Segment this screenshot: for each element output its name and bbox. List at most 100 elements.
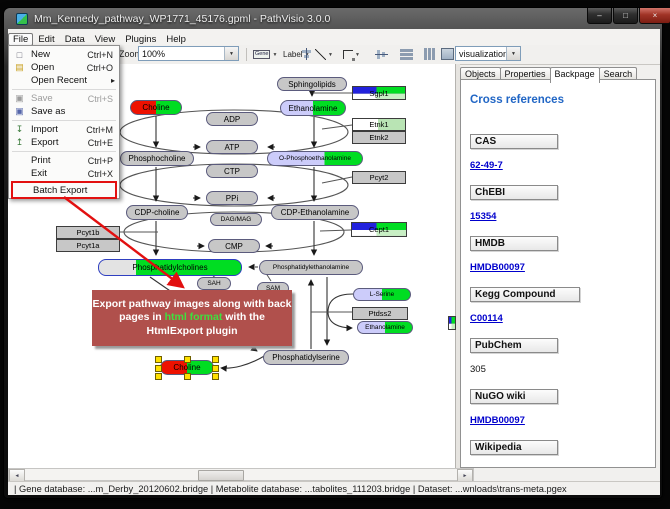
- horizontal-scrollbar[interactable]: ◄ ►: [8, 468, 474, 481]
- status-text: | Gene database: ...m_Derby_20120602.bri…: [14, 484, 567, 494]
- dropdown-arrow-icon[interactable]: ▼: [224, 47, 238, 60]
- xref-header: ChEBI: [470, 185, 558, 200]
- distribute-horizontal-icon[interactable]: [423, 48, 436, 60]
- maximize-button[interactable]: □: [613, 8, 638, 24]
- selection-handle[interactable]: [212, 356, 219, 363]
- xref-link[interactable]: 15354: [470, 211, 496, 222]
- distribute-vertical-icon[interactable]: [400, 48, 413, 60]
- menu-item-import[interactable]: ↧ Import Ctrl+M: [9, 123, 119, 136]
- scrollbar-thumb[interactable]: [198, 470, 244, 481]
- gene-etnk2[interactable]: Etnk2: [352, 131, 406, 144]
- zoom-value: 100%: [139, 49, 224, 59]
- menu-shortcut: Ctrl+P: [88, 156, 113, 166]
- node-phosphocholine[interactable]: Phosphocholine: [120, 151, 194, 166]
- selection-handle[interactable]: [212, 365, 219, 372]
- gene-sgpl1[interactable]: Sgpl1: [352, 86, 406, 100]
- node-ethanolamine-top[interactable]: Ethanolamine: [280, 100, 346, 116]
- align-center-y-icon[interactable]: [375, 48, 388, 60]
- gene-pcyt1b[interactable]: Pcyt1b: [56, 226, 120, 239]
- selection-handle[interactable]: [212, 373, 219, 380]
- callout-highlight: html format: [165, 311, 223, 323]
- chevron-down-icon: ▼: [328, 52, 333, 58]
- node-phosphatidylserine[interactable]: Phosphatidylserine: [263, 350, 349, 365]
- selection-handle[interactable]: [155, 365, 162, 372]
- node-l-serine[interactable]: L-Serine: [353, 288, 411, 301]
- menu-item-open[interactable]: ▤ Open Ctrl+O: [9, 61, 119, 74]
- node-phosphatidylcholines[interactable]: Phosphatidylcholines: [98, 259, 242, 276]
- menu-bar: FileEditDataViewPluginsHelp: [8, 29, 660, 46]
- xref-section-pubchem: PubChem 305: [470, 338, 655, 377]
- gene-cept1[interactable]: Cept1: [351, 222, 407, 237]
- node-atp[interactable]: ATP: [206, 140, 258, 154]
- menu-item-print[interactable]: Print Ctrl+P: [9, 154, 119, 167]
- xref-header: CAS: [470, 134, 558, 149]
- gene-datanode-tool[interactable]: Gene▼: [253, 47, 277, 62]
- menu-item-export[interactable]: ↥ Export Ctrl+E: [9, 136, 119, 149]
- callout-line2-post: with the: [222, 311, 265, 323]
- node-sphingolipids[interactable]: Sphingolipids: [277, 77, 347, 91]
- callout-line2: pages in html format with the: [119, 311, 265, 325]
- node-cdp-choline[interactable]: CDP-choline: [126, 205, 188, 220]
- menu-item-save-as[interactable]: ▣ Save as: [9, 105, 119, 118]
- export-icon: ↥: [13, 137, 26, 148]
- node-choline-top[interactable]: Choline: [130, 100, 182, 115]
- xref-section-kegg: Kegg Compound C00114: [470, 287, 655, 326]
- selection-handle[interactable]: [155, 373, 162, 380]
- gene-box-clipped[interactable]: [448, 316, 456, 330]
- menu-item-new[interactable]: □ New Ctrl+N: [9, 48, 119, 61]
- zoom-combobox[interactable]: 100% ▼: [138, 46, 239, 61]
- menu-item-label: Exit: [31, 168, 47, 179]
- file-menu-popup: □ New Ctrl+N ▤ Open Ctrl+O Open Recent ▸…: [8, 45, 120, 199]
- node-ctp[interactable]: CTP: [206, 164, 258, 178]
- new-document-icon: □: [13, 50, 26, 60]
- node-sah[interactable]: SAH: [197, 277, 231, 290]
- gene-pcyt1a[interactable]: Pcyt1a: [56, 239, 120, 252]
- line-tool[interactable]: ▼: [315, 47, 333, 62]
- xref-link[interactable]: C00114: [470, 313, 503, 324]
- node-ethanolamine-bottom[interactable]: Ethanolamine: [357, 321, 413, 334]
- node-o-phosphoethanolamine[interactable]: O-Phosphoethanolamine: [267, 151, 363, 166]
- tab-backpage[interactable]: Backpage: [550, 67, 600, 83]
- menu-item-label: Open: [31, 62, 54, 73]
- gene-ptdss2[interactable]: Ptdss2: [352, 307, 408, 320]
- xref-section-nugo: NuGO wiki HMDB00097: [470, 389, 655, 428]
- align-center-x-icon[interactable]: [300, 48, 313, 60]
- xref-section-cas: CAS 62-49-7: [470, 134, 655, 173]
- window-title: Mm_Kennedy_pathway_WP1771_45176.gpml - P…: [34, 13, 330, 25]
- selection-handle[interactable]: [184, 373, 191, 380]
- selection-handle[interactable]: [184, 356, 191, 363]
- gene-node-icon: Gene: [253, 50, 270, 59]
- connector-tool[interactable]: ▼: [343, 47, 360, 62]
- minimize-button[interactable]: –: [587, 8, 612, 24]
- node-dag[interactable]: DAG/MAG: [210, 213, 262, 226]
- gene-pcyt2[interactable]: Pcyt2: [352, 171, 406, 184]
- node-phosphatidylethanolamine[interactable]: Phosphatidylethanolamine: [259, 260, 363, 275]
- xref-section-hmdb: HMDB HMDB00097: [470, 236, 655, 275]
- gene-etnk1[interactable]: Etnk1: [352, 118, 406, 131]
- line-icon: [315, 49, 326, 60]
- xref-link[interactable]: HMDB00097: [470, 415, 525, 426]
- open-folder-icon: ▤: [13, 62, 26, 73]
- selection-handle[interactable]: [155, 356, 162, 363]
- menu-item-label: Export: [31, 137, 58, 148]
- app-icon: [16, 13, 28, 25]
- save-as-icon: ▣: [13, 106, 26, 117]
- node-cdp-ethanolamine[interactable]: CDP-Ethanolamine: [271, 205, 359, 220]
- node-adp[interactable]: ADP: [206, 112, 258, 126]
- xref-link[interactable]: 62-49-7: [470, 160, 503, 171]
- stack-icon[interactable]: [441, 48, 454, 60]
- import-icon: ↧: [13, 124, 26, 135]
- node-cmp[interactable]: CMP: [208, 239, 260, 253]
- xref-link[interactable]: HMDB00097: [470, 262, 525, 273]
- menu-item-open-recent[interactable]: Open Recent ▸: [9, 74, 119, 87]
- backpage-panel: Cross references CAS 62-49-7 ChEBI 15354…: [460, 79, 656, 468]
- close-button[interactable]: ×: [639, 8, 670, 24]
- xref-link[interactable]: Choline: [470, 466, 505, 468]
- visualization-combobox[interactable]: visualization ▼: [455, 46, 521, 61]
- dropdown-arrow-icon[interactable]: ▼: [506, 47, 520, 60]
- menu-item-batch-export[interactable]: Batch Export: [11, 181, 117, 199]
- node-ppi[interactable]: PPi: [206, 191, 258, 205]
- menu-item-label: Save: [31, 93, 53, 104]
- submenu-arrow-icon: ▸: [111, 76, 115, 85]
- menu-item-exit[interactable]: Exit Ctrl+X: [9, 167, 119, 180]
